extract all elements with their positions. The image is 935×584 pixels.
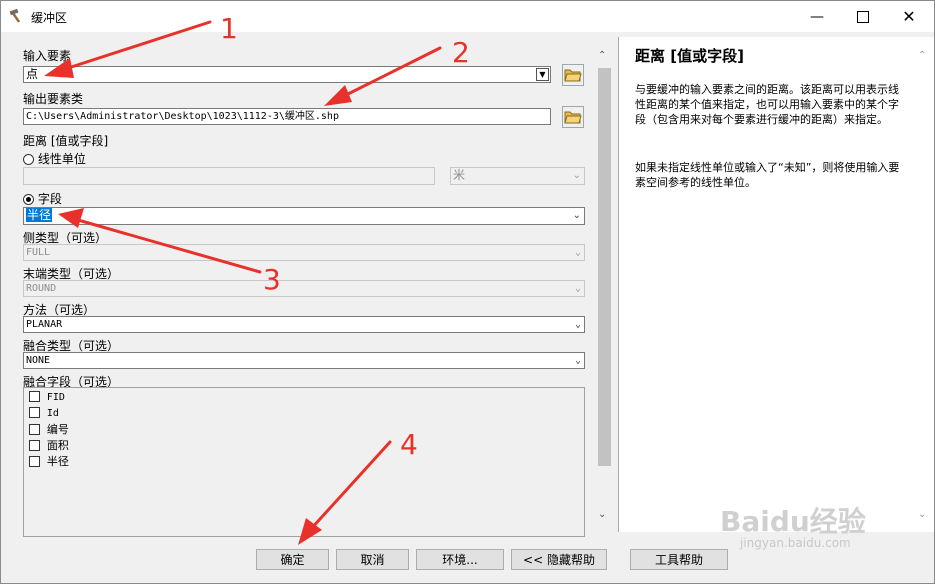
annotation-overlay [44, 20, 442, 545]
annotation-number: 2 [452, 36, 470, 69]
annotation-arrow [58, 208, 262, 274]
annotation-number: 1 [220, 12, 238, 45]
annotation-arrow [298, 440, 392, 545]
annotation-number: 4 [400, 428, 418, 461]
annotation-number: 3 [263, 263, 281, 296]
annotation-arrow [324, 46, 442, 106]
annotation-arrow [44, 20, 212, 78]
